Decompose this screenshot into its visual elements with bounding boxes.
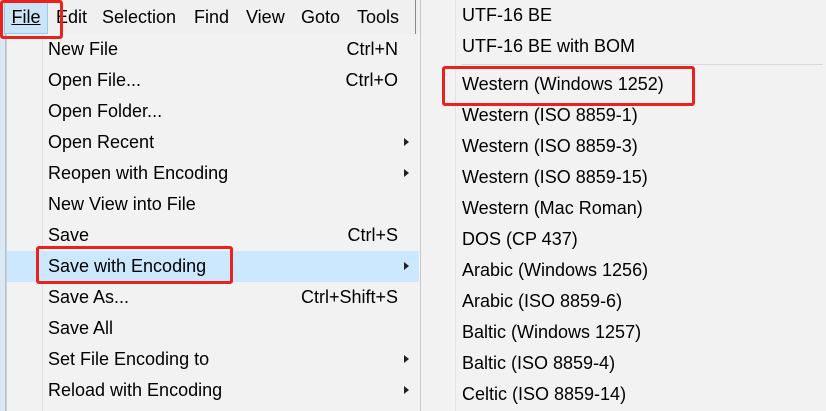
menu-item-open-folder[interactable]: Open Folder... <box>7 96 419 127</box>
encoding-item-western-iso-8859-1[interactable]: Western (ISO 8859-1) <box>421 100 826 131</box>
encoding-item-baltic-iso-8859-4[interactable]: Baltic (ISO 8859-4) <box>421 348 826 379</box>
menu-item-label: New View into File <box>48 194 196 214</box>
menu-find-label: Find <box>194 7 230 27</box>
encoding-item-western-iso-8859-3[interactable]: Western (ISO 8859-3) <box>421 131 826 162</box>
submenu-arrow-icon <box>404 138 409 146</box>
menu-selection[interactable]: Selection <box>102 0 176 34</box>
encoding-submenu: UTF-16 BE UTF-16 BE with BOM Western (Wi… <box>420 0 826 411</box>
menu-item-label: Open File... <box>48 70 142 90</box>
menu-item-reopen-with-encoding[interactable]: Reopen with Encoding <box>7 158 419 189</box>
menu-item-label: Reopen with Encoding <box>48 163 229 183</box>
menu-file[interactable]: File <box>4 0 48 34</box>
menu-item-set-file-encoding[interactable]: Set File Encoding to <box>7 344 419 375</box>
menu-item-label: Reload with Encoding <box>48 380 223 400</box>
encoding-item-arabic-iso-8859-6[interactable]: Arabic (ISO 8859-6) <box>421 286 826 317</box>
menu-edit-label: Edit <box>56 7 88 27</box>
encoding-item-utf16-be-bom[interactable]: UTF-16 BE with BOM <box>421 31 826 62</box>
menu-selection-label: Selection <box>102 7 177 27</box>
menu-item-save[interactable]: Save Ctrl+S <box>7 220 419 251</box>
menu-tools-label: Tools <box>357 7 400 27</box>
menu-bar: File Edit Selection Find View Goto Tools <box>0 0 420 34</box>
encoding-item-baltic-windows-1257[interactable]: Baltic (Windows 1257) <box>421 317 826 348</box>
menu-view[interactable]: View <box>246 0 285 34</box>
submenu-separator <box>461 64 823 65</box>
menu-item-label: Open Folder... <box>48 101 163 121</box>
encoding-item-label: Western (Mac Roman) <box>462 198 643 218</box>
menu-item-label: Set File Encoding to <box>48 349 210 369</box>
menu-item-new-file[interactable]: New File Ctrl+N <box>7 34 419 65</box>
menu-find[interactable]: Find <box>194 0 229 34</box>
encoding-item-label: Western (Windows 1252) <box>462 74 664 94</box>
menu-item-label: Open Recent <box>48 132 155 152</box>
menubar-divider <box>415 0 418 34</box>
file-menu-dropdown: New File Ctrl+N Open File... Ctrl+O Open… <box>6 34 421 411</box>
menu-item-save-with-encoding[interactable]: Save with Encoding <box>7 251 419 282</box>
submenu-arrow-icon <box>404 169 409 177</box>
menu-item-reload-with-encoding[interactable]: Reload with Encoding <box>7 375 419 406</box>
menu-item-open-recent[interactable]: Open Recent <box>7 127 419 158</box>
encoding-item-western-mac-roman[interactable]: Western (Mac Roman) <box>421 193 826 224</box>
menu-item-new-view-into-file[interactable]: New View into File <box>7 189 419 220</box>
submenu-arrow-icon <box>404 355 409 363</box>
encoding-item-dos-cp-437[interactable]: DOS (CP 437) <box>421 224 826 255</box>
menu-file-label: File <box>11 7 41 27</box>
menu-goto-label: Goto <box>301 7 341 27</box>
menu-edit[interactable]: Edit <box>56 0 87 34</box>
menu-item-save-as[interactable]: Save As... Ctrl+Shift+S <box>7 282 419 313</box>
encoding-item-label: UTF-16 BE with BOM <box>462 36 636 56</box>
encoding-item-label: Arabic (ISO 8859-6) <box>462 291 623 311</box>
encoding-item-label: Baltic (Windows 1257) <box>462 322 642 342</box>
menu-item-save-all[interactable]: Save All <box>7 313 419 344</box>
menu-tools[interactable]: Tools <box>357 0 399 34</box>
encoding-item-label: Western (ISO 8859-1) <box>462 105 638 125</box>
encoding-item-label: Western (ISO 8859-15) <box>462 167 648 187</box>
menu-goto[interactable]: Goto <box>301 0 340 34</box>
encoding-item-arabic-windows-1256[interactable]: Arabic (Windows 1256) <box>421 255 826 286</box>
menu-item-label: Save with Encoding <box>48 256 207 276</box>
menu-item-label: New File <box>48 39 119 59</box>
encoding-item-label: Baltic (ISO 8859-4) <box>462 353 616 373</box>
menu-item-shortcut: Ctrl+O <box>345 70 398 90</box>
menu-item-shortcut: Ctrl+S <box>347 225 398 245</box>
submenu-arrow-icon <box>404 262 409 270</box>
encoding-item-utf16-be[interactable]: UTF-16 BE <box>421 0 826 31</box>
menu-item-shortcut: Ctrl+Shift+S <box>300 287 398 307</box>
encoding-item-label: DOS (CP 437) <box>462 229 578 249</box>
encoding-item-western-iso-8859-15[interactable]: Western (ISO 8859-15) <box>421 162 826 193</box>
encoding-item-label: Celtic (ISO 8859-14) <box>462 384 627 404</box>
encoding-item-label: Western (ISO 8859-3) <box>462 136 638 156</box>
menu-item-shortcut: Ctrl+N <box>346 39 398 59</box>
menu-item-label: Save <box>48 225 90 245</box>
menu-item-open-file[interactable]: Open File... Ctrl+O <box>7 65 419 96</box>
menu-view-label: View <box>246 7 285 27</box>
encoding-item-label: Arabic (Windows 1256) <box>462 260 649 280</box>
menu-item-label: Save All <box>48 318 114 338</box>
submenu-arrow-icon <box>404 386 409 394</box>
encoding-item-celtic-iso-8859-14[interactable]: Celtic (ISO 8859-14) <box>421 379 826 410</box>
encoding-item-western-windows-1252[interactable]: Western (Windows 1252) <box>421 69 826 100</box>
menu-item-label: Save As... <box>48 287 130 307</box>
encoding-item-label: UTF-16 BE <box>462 5 553 25</box>
